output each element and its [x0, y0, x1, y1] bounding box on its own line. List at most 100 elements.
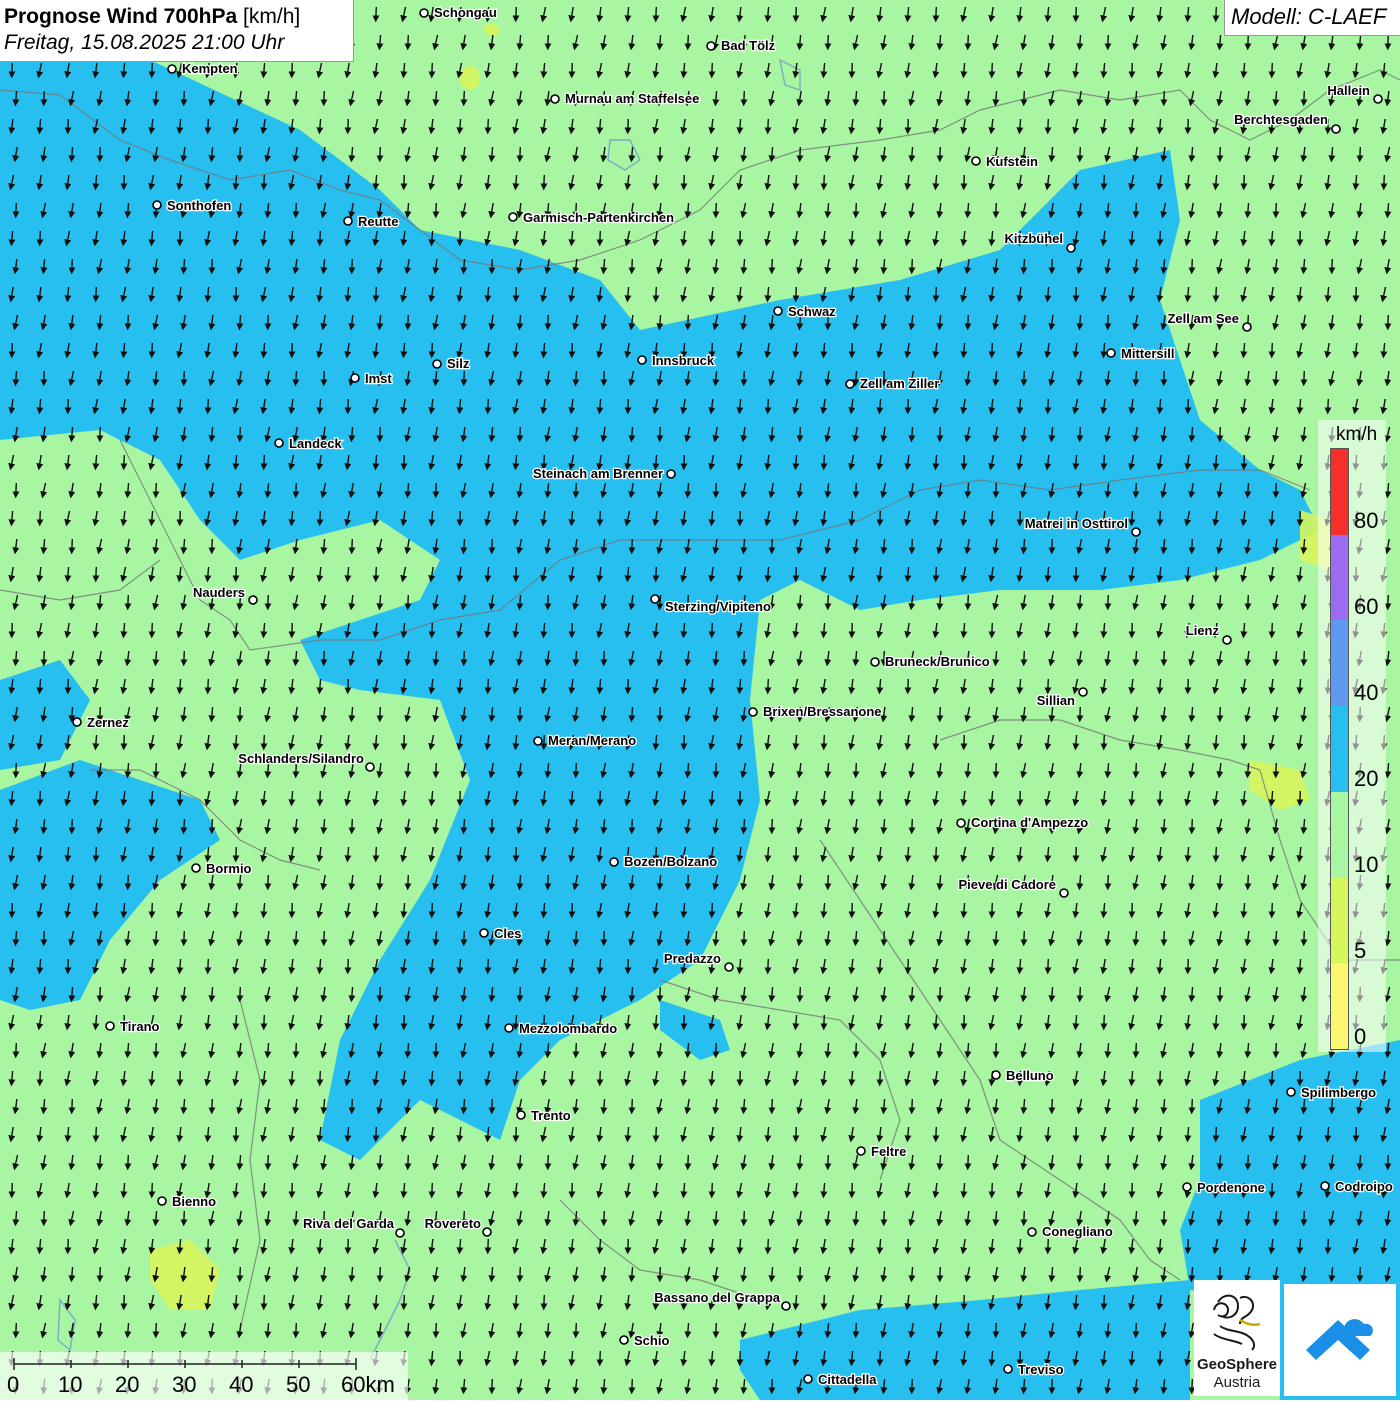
wind-arrow: [260, 454, 268, 471]
legend-label-60: 60: [1354, 594, 1379, 619]
city-dot: [550, 94, 560, 104]
wind-arrow: [288, 62, 296, 79]
wind-arrow: [124, 314, 132, 331]
wind-arrow: [1240, 1014, 1248, 1031]
city-dot: [72, 717, 82, 727]
wind-arrow: [1156, 790, 1164, 807]
wind-arrow: [764, 398, 772, 415]
scale-label-30: 30: [172, 1372, 197, 1397]
wind-arrow: [572, 762, 580, 779]
city-dot: [152, 200, 162, 210]
wind-arrow: [820, 734, 828, 751]
wind-arrow: [1188, 818, 1196, 835]
wind-arrow: [1268, 1182, 1276, 1199]
wind-arrow: [432, 1042, 440, 1059]
city-label: Tirano: [120, 1019, 160, 1034]
wind-arrow: [120, 734, 128, 751]
wind-arrow: [1048, 1098, 1056, 1115]
app-logo[interactable]: [1284, 1284, 1396, 1396]
city-marker: Garmisch-Partenkirchen: [508, 209, 675, 226]
wind-arrow: [432, 1322, 440, 1339]
wind-arrow: [792, 286, 800, 303]
wind-arrow: [68, 258, 76, 275]
wind-arrow: [1212, 1126, 1220, 1143]
wind-arrow: [964, 1154, 972, 1171]
city-dot: [105, 1021, 115, 1031]
wind-arrow: [908, 1098, 916, 1115]
wind-arrow: [1044, 958, 1052, 975]
city-label: Murnau am Staffelsee: [565, 91, 699, 106]
city-label: Bormio: [206, 861, 252, 876]
wind-arrow: [1072, 846, 1080, 863]
geosphere-logo-text: GeoSphere: [1196, 1356, 1278, 1373]
wind-map[interactable]: Schongau Bad Tölz Kempten Murnau am Staffel…: [0, 0, 1400, 1400]
wind-arrow: [484, 1238, 492, 1255]
wind-arrow: [1216, 986, 1224, 1003]
wind-arrow: [1184, 118, 1192, 135]
wind-arrow: [628, 818, 636, 835]
wind-arrow: [1188, 1378, 1196, 1395]
wind-arrow: [768, 1378, 776, 1395]
wind-arrow: [512, 286, 520, 303]
wind-arrow: [1268, 342, 1276, 359]
city-label: Pieve di Cadore: [958, 877, 1056, 892]
wind-arrow: [12, 202, 20, 219]
geosphere-logo[interactable]: GeoSphere Austria: [1194, 1280, 1280, 1396]
wind-arrow: [1160, 930, 1168, 947]
wind-arrow: [1132, 482, 1140, 499]
wind-arrow: [456, 510, 464, 527]
wind-arrow: [1076, 706, 1084, 723]
city-label: Garmisch-Partenkirchen: [523, 210, 674, 225]
wind-arrow: [1240, 174, 1248, 191]
city-dot: [248, 595, 258, 605]
wind-arrow: [516, 1266, 524, 1283]
wind-arrow: [292, 1322, 300, 1339]
wind-arrow: [484, 398, 492, 415]
wind-arrow: [400, 454, 408, 471]
wind-arrow: [988, 1182, 996, 1199]
wind-arrow: [932, 6, 940, 23]
wind-arrow: [656, 426, 664, 443]
wind-arrow: [236, 146, 244, 163]
wind-arrow: [684, 34, 692, 51]
wind-arrow: [124, 874, 132, 891]
wind-arrow: [1328, 1098, 1336, 1115]
city-label: Conegliano: [1042, 1224, 1113, 1239]
wind-arrow: [708, 622, 716, 639]
wind-arrow: [852, 482, 860, 499]
wind-arrow: [572, 482, 580, 499]
wind-arrow: [740, 930, 748, 947]
wind-arrow: [512, 846, 520, 863]
wind-arrow: [852, 762, 860, 779]
wind-arrow: [1328, 258, 1336, 275]
wind-arrow: [1244, 594, 1252, 611]
wind-arrow: [12, 482, 20, 499]
wind-arrow: [92, 286, 100, 303]
wind-arrow: [908, 258, 916, 275]
city-dot: [724, 962, 734, 972]
wind-arrow: [1296, 1070, 1304, 1087]
wind-arrow: [600, 650, 608, 667]
color-legend: km/h 80 60 40 20 10 5 0: [1318, 420, 1386, 1052]
wind-arrow: [1104, 34, 1112, 51]
wind-arrow: [708, 902, 716, 919]
city-dot: [1078, 687, 1088, 697]
wind-arrow: [1128, 62, 1136, 79]
wind-arrow: [260, 1294, 268, 1311]
city-label: Predazzo: [664, 951, 721, 966]
wind-arrow: [64, 678, 72, 695]
wind-arrow: [824, 1154, 832, 1171]
wind-arrow: [348, 258, 356, 275]
wind-arrow: [92, 846, 100, 863]
wind-arrow: [152, 1322, 160, 1339]
wind-arrow: [400, 174, 408, 191]
wind-arrow: [684, 874, 692, 891]
wind-arrow: [180, 90, 188, 107]
wind-arrow: [876, 510, 884, 527]
wind-arrow: [876, 1350, 884, 1367]
city-dot: [856, 1146, 866, 1156]
wind-arrow: [1300, 650, 1308, 667]
city-label: Bassano del Grappa: [654, 1290, 780, 1305]
wind-arrow: [684, 1154, 692, 1171]
wind-arrow: [8, 342, 16, 359]
